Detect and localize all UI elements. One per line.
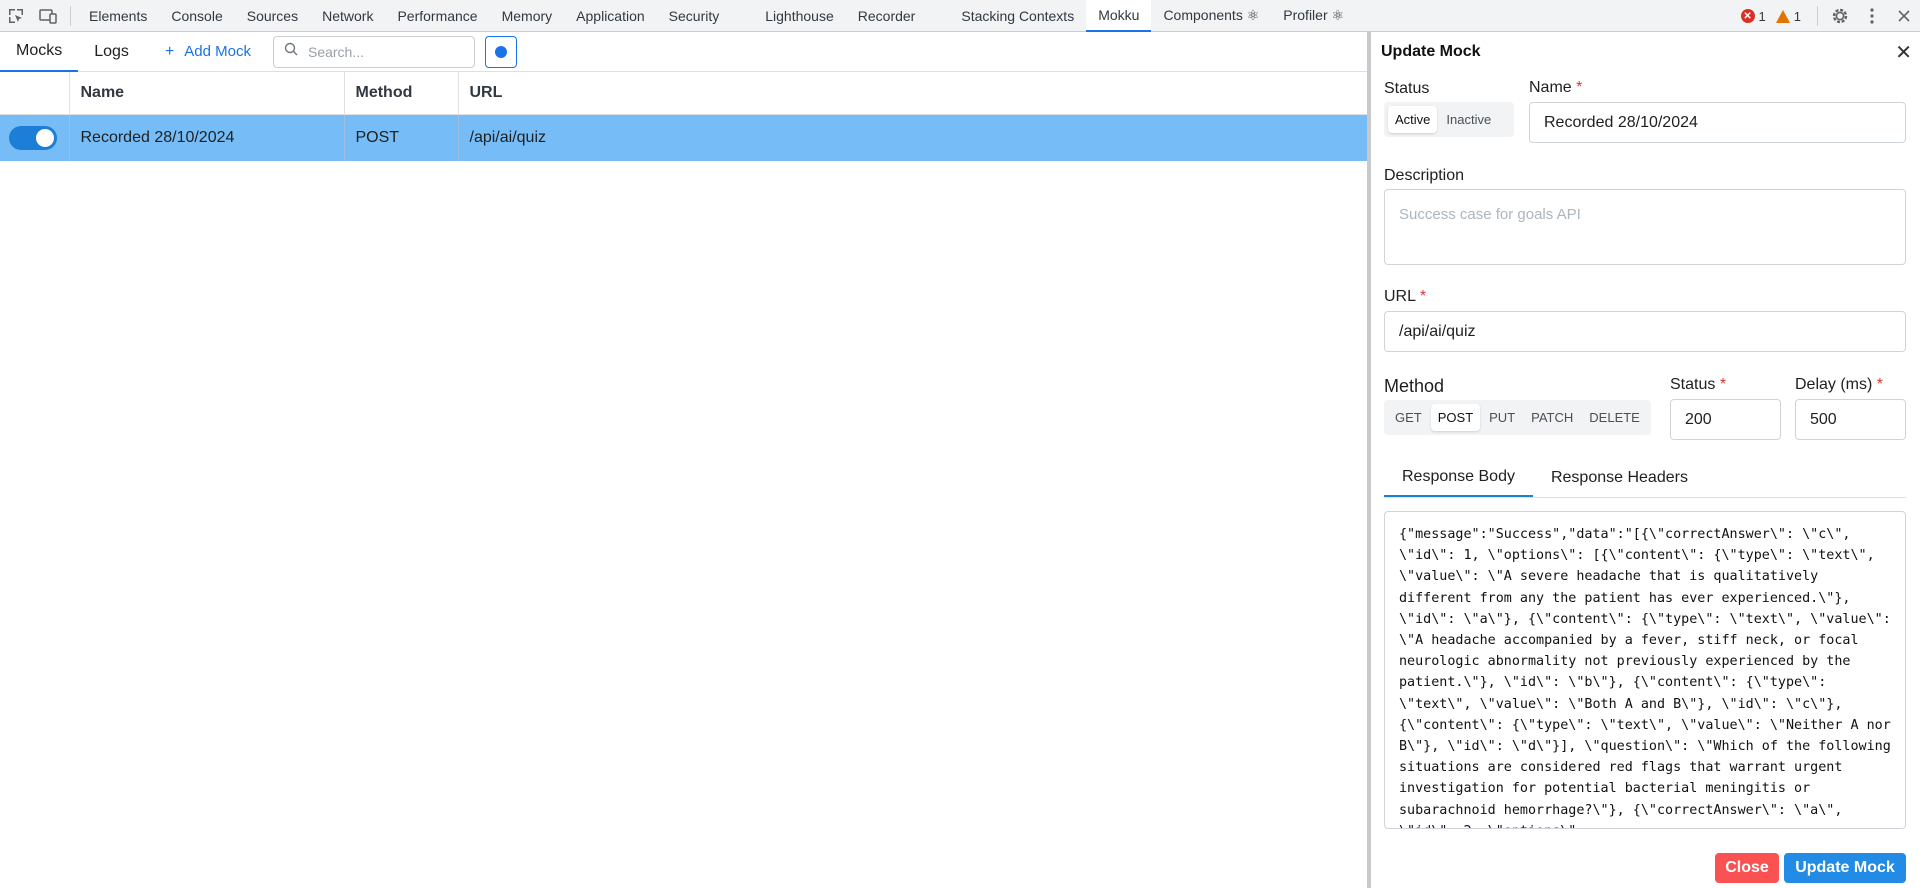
- method-get-option[interactable]: GET: [1388, 404, 1429, 431]
- error-count: 1: [1758, 8, 1766, 24]
- mocks-pane: Mocks Logs + Add Mock Name Method URL: [0, 32, 1367, 888]
- tab-profiler[interactable]: Profiler ⚛: [1271, 0, 1356, 32]
- update-mock-button[interactable]: Update Mock: [1784, 853, 1906, 883]
- name-label-text: Name: [1529, 79, 1572, 96]
- close-button[interactable]: Close: [1715, 853, 1779, 883]
- gear-icon[interactable]: [1824, 0, 1856, 32]
- column-header-toggle: [0, 72, 70, 115]
- column-header-name[interactable]: Name: [69, 72, 345, 115]
- description-field[interactable]: Success case for goals API: [1384, 189, 1906, 265]
- tab-console[interactable]: Console: [159, 0, 234, 32]
- devtools-right-controls: ✕ 1 1: [1740, 0, 1920, 32]
- toggle-knob: [36, 128, 54, 147]
- tab-performance[interactable]: Performance: [385, 0, 489, 32]
- delay-field[interactable]: 500: [1795, 399, 1906, 440]
- error-icon: ✕: [1740, 9, 1755, 23]
- tab-stacking-contexts[interactable]: Stacking Contexts: [949, 0, 1086, 32]
- device-toolbar-icon[interactable]: [32, 0, 64, 32]
- method-patch-option[interactable]: PATCH: [1524, 404, 1580, 431]
- tab-sources[interactable]: Sources: [235, 0, 310, 32]
- search-input[interactable]: [307, 43, 458, 60]
- tab-mocks[interactable]: Mocks: [0, 32, 79, 72]
- error-badge[interactable]: ✕ 1 1: [1740, 8, 1801, 24]
- update-mock-panel: Update Mock ✕ Status Active Inactive Nam…: [1371, 32, 1920, 888]
- add-mock-label: Add Mock: [184, 43, 251, 60]
- tab-elements[interactable]: Elements: [77, 0, 159, 32]
- tab-network[interactable]: Network: [310, 0, 385, 32]
- column-header-url[interactable]: URL: [458, 72, 1367, 115]
- search-icon: [284, 42, 298, 61]
- tab-response-headers[interactable]: Response Headers: [1533, 458, 1706, 497]
- url-field[interactable]: /api/ai/quiz: [1384, 311, 1906, 352]
- status-label: Status: [1384, 80, 1430, 97]
- required-asterisk: *: [1576, 79, 1583, 96]
- url-label-text: URL: [1384, 288, 1416, 305]
- method-label: Method: [1384, 376, 1445, 396]
- required-asterisk: *: [1719, 376, 1727, 393]
- mocks-toolbar: Mocks Logs + Add Mock: [0, 32, 1367, 72]
- tab-application[interactable]: Application: [564, 0, 657, 32]
- method-delete-option[interactable]: DELETE: [1582, 404, 1647, 431]
- delay-label-text: Delay (ms): [1795, 376, 1873, 393]
- required-asterisk: *: [1876, 376, 1884, 393]
- method-segmented-control: GET POST PUT PATCH DELETE: [1384, 400, 1651, 435]
- response-body-editor[interactable]: {"message":"Success","data":"[{\"correct…: [1384, 511, 1906, 829]
- required-asterisk: *: [1419, 288, 1427, 305]
- row-toggle-cell: [0, 114, 70, 161]
- row-name: Recorded 28/10/2024: [69, 114, 345, 161]
- search-box[interactable]: [272, 35, 475, 68]
- panel-header: Update Mock ✕: [1371, 32, 1920, 72]
- tab-response-body[interactable]: Response Body: [1384, 458, 1533, 497]
- tab-mokku[interactable]: Mokku: [1086, 0, 1152, 32]
- warning-count: 1: [1793, 8, 1801, 24]
- name-label: Name *: [1529, 79, 1582, 97]
- inspect-element-icon[interactable]: [0, 0, 32, 32]
- description-label: Description: [1384, 167, 1465, 184]
- mocks-table: Name Method URL Recorded 28/10/2024 POST…: [0, 72, 1367, 161]
- more-options-icon[interactable]: [1856, 0, 1888, 32]
- tab-components[interactable]: Components ⚛: [1151, 0, 1271, 32]
- table-row[interactable]: Recorded 28/10/2024 POST /api/ai/quiz: [0, 114, 1367, 161]
- panel-title: Update Mock: [1381, 43, 1481, 60]
- status-segmented-control: Active Inactive: [1384, 102, 1514, 137]
- row-method: POST: [344, 114, 459, 161]
- method-post-option[interactable]: POST: [1430, 404, 1481, 431]
- response-tabs: Response Body Response Headers: [1384, 458, 1906, 498]
- warning-icon: [1775, 9, 1790, 23]
- method-put-option[interactable]: PUT: [1482, 404, 1522, 431]
- url-label: URL *: [1384, 288, 1426, 306]
- devtools-tab-bar: Elements Console Sources Network Perform…: [0, 0, 1920, 32]
- record-icon: [494, 45, 507, 58]
- tab-logs[interactable]: Logs: [78, 32, 145, 72]
- tab-lighthouse[interactable]: Lighthouse: [753, 0, 846, 32]
- http-status-label-text: Status: [1670, 376, 1716, 393]
- mock-active-toggle[interactable]: [9, 125, 57, 150]
- record-button[interactable]: [484, 35, 517, 68]
- tab-memory[interactable]: Memory: [490, 0, 565, 32]
- column-header-method[interactable]: Method: [344, 72, 459, 115]
- http-status-label: Status *: [1670, 376, 1726, 394]
- tab-recorder[interactable]: Recorder: [846, 0, 928, 32]
- toolbar-divider: [1817, 6, 1818, 26]
- toolbar-divider: [70, 5, 71, 26]
- table-header-row: Name Method URL: [0, 72, 1367, 115]
- status-inactive-option[interactable]: Inactive: [1439, 106, 1498, 133]
- status-active-option[interactable]: Active: [1388, 106, 1438, 133]
- tab-security[interactable]: Security: [657, 0, 732, 32]
- add-mock-button[interactable]: + Add Mock: [153, 43, 263, 61]
- row-url: /api/ai/quiz: [458, 114, 1367, 161]
- http-status-field[interactable]: 200: [1670, 399, 1781, 440]
- delay-label: Delay (ms) *: [1795, 376, 1883, 394]
- close-icon[interactable]: ✕: [1895, 40, 1912, 65]
- name-field[interactable]: Recorded 28/10/2024: [1529, 102, 1906, 143]
- plus-icon: +: [164, 42, 175, 60]
- close-devtools-icon[interactable]: [1888, 0, 1920, 32]
